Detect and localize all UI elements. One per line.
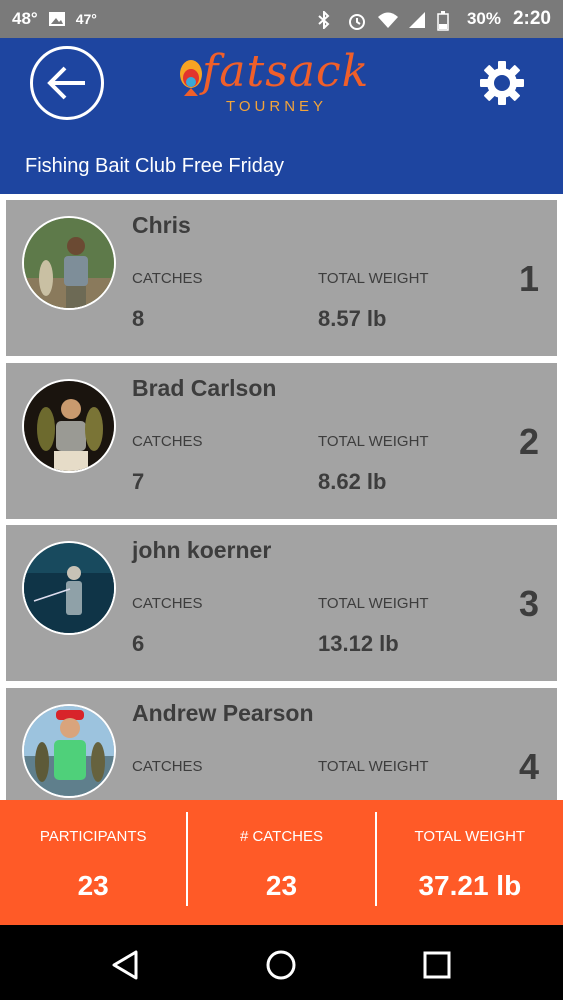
catches-value: 8 xyxy=(132,306,145,331)
participant-name: Chris xyxy=(132,212,191,238)
leaderboard-list[interactable]: Chris CATCHES TOTAL WEIGHT 8 8.57 lb 1 B… xyxy=(0,194,563,800)
avatar xyxy=(22,541,116,635)
nav-recents-icon xyxy=(423,951,451,979)
total-weight-value: 37.21 lb xyxy=(418,870,522,901)
leaderboard-card[interactable]: Chris CATCHES TOTAL WEIGHT 8 8.57 lb 1 xyxy=(6,200,557,356)
logo-fish-icon xyxy=(180,60,202,96)
rank-number: 3 xyxy=(518,583,539,624)
settings-button[interactable] xyxy=(477,58,527,108)
nav-back-button[interactable] xyxy=(105,945,145,985)
catches-value: 7 xyxy=(132,469,145,494)
participants-stat: PARTICIPANTS 23 xyxy=(0,800,186,925)
event-title: Fishing Bait Club Free Friday xyxy=(25,155,284,177)
participant-name: Brad Carlson xyxy=(132,375,277,401)
leaderboard-card[interactable]: Andrew Pearson CATCHES TOTAL WEIGHT 4 xyxy=(6,688,557,800)
temperature-current: 48° xyxy=(12,9,38,28)
clock-time: 2:20 xyxy=(512,8,551,29)
logo-text: fatsack xyxy=(202,46,370,97)
catches-stat: # CATCHES 23 xyxy=(186,812,374,906)
avatar xyxy=(22,216,116,310)
catches-value: 6 xyxy=(132,631,145,656)
alarm-icon xyxy=(347,11,365,30)
rank-number: 2 xyxy=(518,421,539,462)
weight-label: TOTAL WEIGHT xyxy=(318,595,429,612)
wifi-icon xyxy=(377,11,398,28)
temperature-secondary: 47° xyxy=(75,11,97,27)
participant-name: john koerner xyxy=(132,537,272,563)
rank-number: 1 xyxy=(518,258,539,299)
total-weight-label: TOTAL WEIGHT xyxy=(414,828,526,845)
leaderboard-card[interactable]: john koerner CATCHES TOTAL WEIGHT 6 13.1… xyxy=(6,525,557,681)
catches-label: CATCHES xyxy=(132,595,203,612)
leaderboard-card[interactable]: Brad Carlson CATCHES TOTAL WEIGHT 7 8.62… xyxy=(6,363,557,519)
status-bar: 48° 47° 30% 2:20 xyxy=(0,0,563,38)
gear-icon xyxy=(480,61,524,105)
weight-value: 8.57 lb xyxy=(318,306,387,331)
weight-label: TOTAL WEIGHT xyxy=(318,758,429,775)
battery-icon xyxy=(437,11,455,31)
system-nav-bar xyxy=(0,925,563,1000)
image-icon xyxy=(48,11,66,27)
logo-subtitle: TOURNEY xyxy=(226,98,328,115)
participants-value: 23 xyxy=(77,870,109,901)
back-arrow-icon xyxy=(47,66,85,100)
weight-label: TOTAL WEIGHT xyxy=(318,433,429,450)
catches-label: CATCHES xyxy=(132,758,203,775)
participants-label: PARTICIPANTS xyxy=(39,828,147,845)
weight-value: 13.12 lb xyxy=(318,631,399,656)
nav-home-icon xyxy=(266,950,296,980)
rank-number: 4 xyxy=(518,746,539,787)
total-catches-value: 23 xyxy=(265,870,298,901)
catches-label: CATCHES xyxy=(132,270,203,287)
battery-percent: 30% xyxy=(466,9,501,28)
catches-label: CATCHES xyxy=(132,433,203,450)
avatar xyxy=(22,379,116,473)
avatar xyxy=(22,704,116,798)
bluetooth-icon xyxy=(317,9,335,31)
app-header: fatsack TOURNEY Fishing Bait Club Free F… xyxy=(0,38,563,194)
total-catches-label: # CATCHES xyxy=(239,828,324,845)
fatsack-logo: fatsack TOURNEY xyxy=(178,46,388,118)
weight-label: TOTAL WEIGHT xyxy=(318,270,429,287)
weight-stat: TOTAL WEIGHT 37.21 lb xyxy=(374,812,563,906)
nav-home-button[interactable] xyxy=(261,945,301,985)
weight-value: 8.62 lb xyxy=(318,469,387,494)
tournament-summary: PARTICIPANTS 23 # CATCHES 23 TOTAL WEIGH… xyxy=(0,800,563,925)
participant-name: Andrew Pearson xyxy=(132,700,314,726)
nav-back-icon xyxy=(112,950,138,980)
nav-recents-button[interactable] xyxy=(417,945,457,985)
back-button[interactable] xyxy=(30,46,104,120)
signal-icon xyxy=(407,11,425,28)
